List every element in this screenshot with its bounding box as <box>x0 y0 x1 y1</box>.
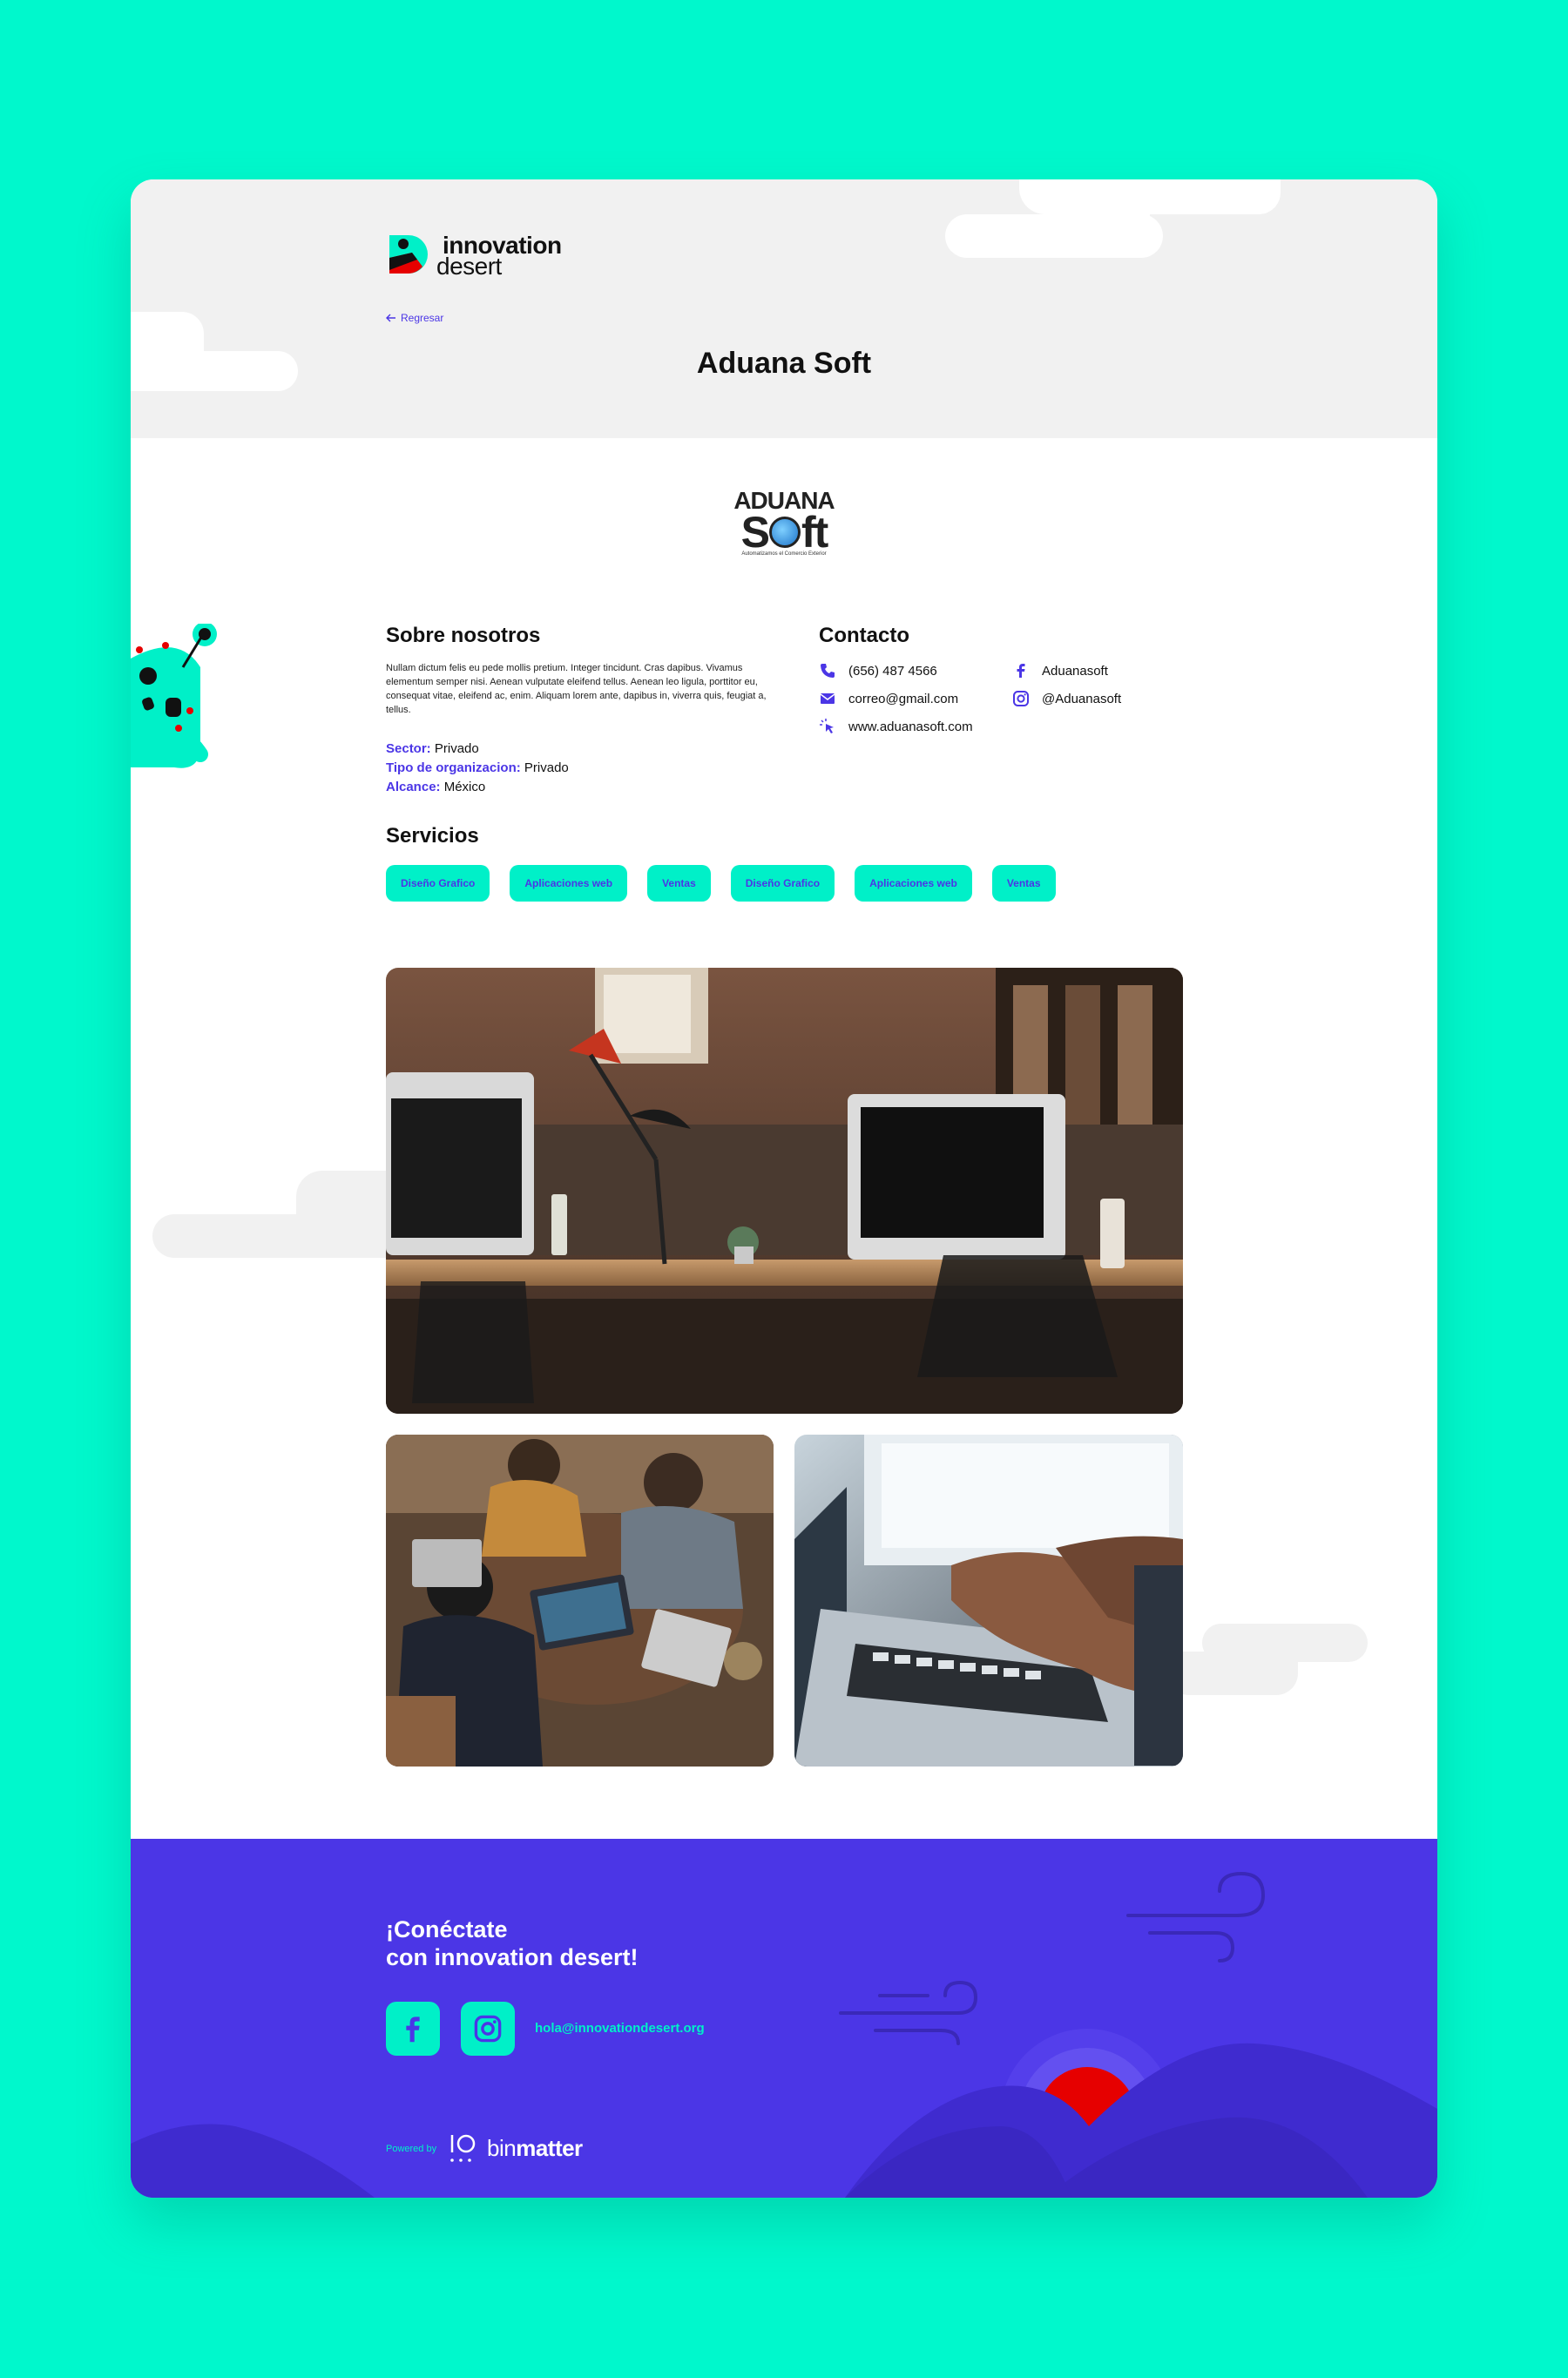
company-logo-line2: S ft <box>732 508 836 557</box>
back-link[interactable]: Regresar <box>386 312 443 324</box>
footer-facebook-button[interactable] <box>386 2002 440 2056</box>
services-tag-list: Diseño Grafico Aplicaciones web Ventas D… <box>386 865 1056 902</box>
office-photo <box>386 968 1183 1414</box>
binmatter-wordmark-a: bin <box>487 2134 517 2161</box>
service-tag[interactable]: Diseño Grafico <box>730 865 835 902</box>
cloud-decoration <box>1124 179 1281 214</box>
binmatter-wordmark: binmatter <box>487 2135 583 2162</box>
meta-sector-label: Sector: <box>386 741 431 756</box>
footer-title-line2: con innovation desert! <box>386 1944 639 1970</box>
instagram-icon <box>474 2015 502 2043</box>
binmatter-mark-icon <box>450 2134 476 2162</box>
cactus-mascot-illustration <box>131 624 217 768</box>
cloud-decoration <box>945 214 1163 258</box>
company-logo-tagline: Automatizamos el Comercio Exterior <box>741 551 827 557</box>
page-title: Aduana Soft <box>696 347 872 380</box>
footer-title: ¡Conéctate con innovation desert! <box>386 1915 639 1971</box>
laptop-typing-photo <box>794 1435 1183 1767</box>
contact-instagram-text: @Aduanasoft <box>1042 691 1122 706</box>
contact-facebook[interactable]: Aduanasoft <box>1012 662 1108 679</box>
company-logo-letters: ft <box>801 508 828 557</box>
service-tag[interactable]: Diseño Grafico <box>386 865 490 902</box>
footer-email-link[interactable]: hola@innovationdesert.org <box>535 2021 705 2036</box>
contact-facebook-text: Aduanasoft <box>1042 663 1108 679</box>
contact-phone[interactable]: (656) 487 4566 <box>819 662 937 679</box>
header: innovation desert Regresar Aduana Soft <box>131 179 1437 438</box>
meta-sector-value: Privado <box>434 741 479 756</box>
service-tag[interactable]: Ventas <box>647 865 711 902</box>
about-heading: Sobre nosotros <box>386 624 541 647</box>
company-detail-card: innovation desert Regresar Aduana Soft A… <box>131 179 1437 2198</box>
meta-sector: Sector: Privado <box>386 741 479 756</box>
team-photo <box>386 1435 774 1767</box>
globe-icon <box>769 517 801 548</box>
powered-by-label: Powered by <box>386 2144 437 2154</box>
binmatter-logo[interactable]: binmatter <box>449 2133 583 2163</box>
services-heading: Servicios <box>386 824 479 848</box>
back-link-label: Regresar <box>401 312 444 324</box>
contact-instagram[interactable]: @Aduanasoft <box>1012 690 1121 707</box>
meta-org-type: Tipo de organizacion: Privado <box>386 760 569 775</box>
service-tag[interactable]: Aplicaciones web <box>510 865 628 902</box>
footer-title-line1: ¡Conéctate <box>386 1916 508 1942</box>
meta-scope-label: Alcance: <box>386 780 441 794</box>
desert-landscape-illustration <box>131 1871 1437 2198</box>
facebook-icon <box>406 2017 420 2043</box>
facebook-icon <box>1017 664 1025 678</box>
contact-phone-text: (656) 487 4566 <box>848 663 937 679</box>
cloud-decoration <box>1167 1652 1298 1695</box>
cloud-decoration <box>152 1214 414 1258</box>
footer-instagram-button[interactable] <box>461 2002 515 2056</box>
binmatter-wordmark-b: matter <box>516 2134 583 2161</box>
contact-email[interactable]: correo@gmail.com <box>819 690 958 707</box>
company-logo: ADUANA S ft Automatizamos el Comercio Ex… <box>732 489 836 567</box>
meta-scope-value: México <box>443 780 486 794</box>
cursor-icon <box>820 719 834 733</box>
meta-org-type-label: Tipo de organizacion: <box>386 760 521 775</box>
about-text: Nullam dictum felis eu pede mollis preti… <box>386 663 767 715</box>
mail-icon <box>820 693 835 704</box>
service-tag[interactable]: Ventas <box>991 865 1056 902</box>
contact-heading: Contacto <box>819 624 909 647</box>
instagram-icon <box>1013 691 1029 706</box>
phone-icon <box>821 664 835 678</box>
brand-logo[interactable]: innovation desert <box>386 230 586 282</box>
brand-mark-icon <box>389 235 428 274</box>
company-logo-letter: S <box>740 508 770 557</box>
brand-name-line2: desert <box>436 253 502 280</box>
meta-scope: Alcance: México <box>386 780 485 794</box>
service-tag[interactable]: Aplicaciones web <box>855 865 972 902</box>
contact-email-text: correo@gmail.com <box>848 691 959 706</box>
contact-website[interactable]: www.aduanasoft.com <box>819 718 973 735</box>
arrow-left-icon <box>386 314 395 322</box>
footer: ¡Conéctate con innovation desert! hola@i… <box>131 1839 1437 2198</box>
contact-website-text: www.aduanasoft.com <box>848 719 973 734</box>
meta-org-type-value: Privado <box>524 760 569 775</box>
